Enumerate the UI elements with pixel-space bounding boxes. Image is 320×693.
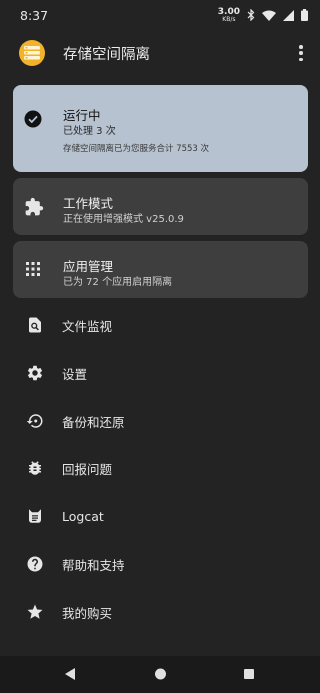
help-icon <box>27 556 43 572</box>
app-management-subtitle: 已为 72 个应用启用隔离 <box>63 277 173 288</box>
check-circle-icon <box>24 110 42 128</box>
menu-item-report-issue[interactable]: 回报问题 <box>0 444 320 492</box>
menu-label-purchases: 我的购买 <box>62 605 113 621</box>
app-title: 存储空间隔离 <box>63 46 150 63</box>
system-nav-bar <box>0 656 320 693</box>
back-icon[interactable] <box>64 667 76 681</box>
app-logo-icon <box>19 40 45 66</box>
restore-icon <box>26 414 43 428</box>
wifi-icon <box>262 10 276 21</box>
app-bar: 存储空间隔离 <box>0 30 320 76</box>
menu-item-logcat[interactable]: Logcat <box>0 492 320 540</box>
home-icon[interactable] <box>154 667 167 681</box>
recents-icon[interactable] <box>243 667 255 681</box>
status-note: 存储空间隔离已为您服务合计 7553 次 <box>63 144 210 154</box>
battery-icon <box>301 9 308 21</box>
menu-label-report-issue: 回报问题 <box>62 461 113 477</box>
status-time: 8:37 <box>20 7 49 23</box>
gear-icon <box>27 365 43 381</box>
more-vert-icon[interactable] <box>294 43 308 63</box>
work-mode-card[interactable]: 工作模式 正在使用增强模式 v25.0.9 <box>13 178 308 235</box>
network-speed: 3.00 KB/s <box>218 7 240 23</box>
status-card[interactable]: 运行中 已处理 3 次 存储空间隔离已为您服务合计 7553 次 <box>13 85 308 172</box>
menu-label-file-monitor: 文件监视 <box>62 318 113 334</box>
menu-label-help-support: 帮助和支持 <box>62 557 125 573</box>
menu-item-settings[interactable]: 设置 <box>0 349 320 397</box>
status-icons: 3.00 KB/s <box>218 7 308 23</box>
signal-icon <box>283 9 294 21</box>
bug-icon <box>29 461 41 475</box>
menu-item-purchases[interactable]: 我的购买 <box>0 588 320 636</box>
menu-item-file-monitor[interactable]: 文件监视 <box>0 301 320 349</box>
app-management-card[interactable]: 应用管理 已为 72 个应用启用隔离 <box>13 241 308 298</box>
puzzle-icon <box>25 197 44 216</box>
menu-item-backup-restore[interactable]: 备份和还原 <box>0 397 320 445</box>
menu-label-backup-restore: 备份和还原 <box>62 414 125 430</box>
bluetooth-icon <box>247 9 255 21</box>
menu-item-help-support[interactable]: 帮助和支持 <box>0 540 320 588</box>
network-speed-unit: KB/s <box>222 15 236 23</box>
menu-label-logcat: Logcat <box>62 508 104 524</box>
status-subtitle: 已处理 3 次 <box>63 126 116 137</box>
apps-grid-icon <box>26 262 40 276</box>
logcat-icon <box>29 509 41 523</box>
work-mode-subtitle: 正在使用增强模式 v25.0.9 <box>63 214 184 225</box>
star-icon <box>27 604 43 619</box>
file-search-icon <box>29 317 41 333</box>
status-bar: 8:37 3.00 KB/s <box>0 0 320 30</box>
menu-label-settings: 设置 <box>62 366 88 382</box>
